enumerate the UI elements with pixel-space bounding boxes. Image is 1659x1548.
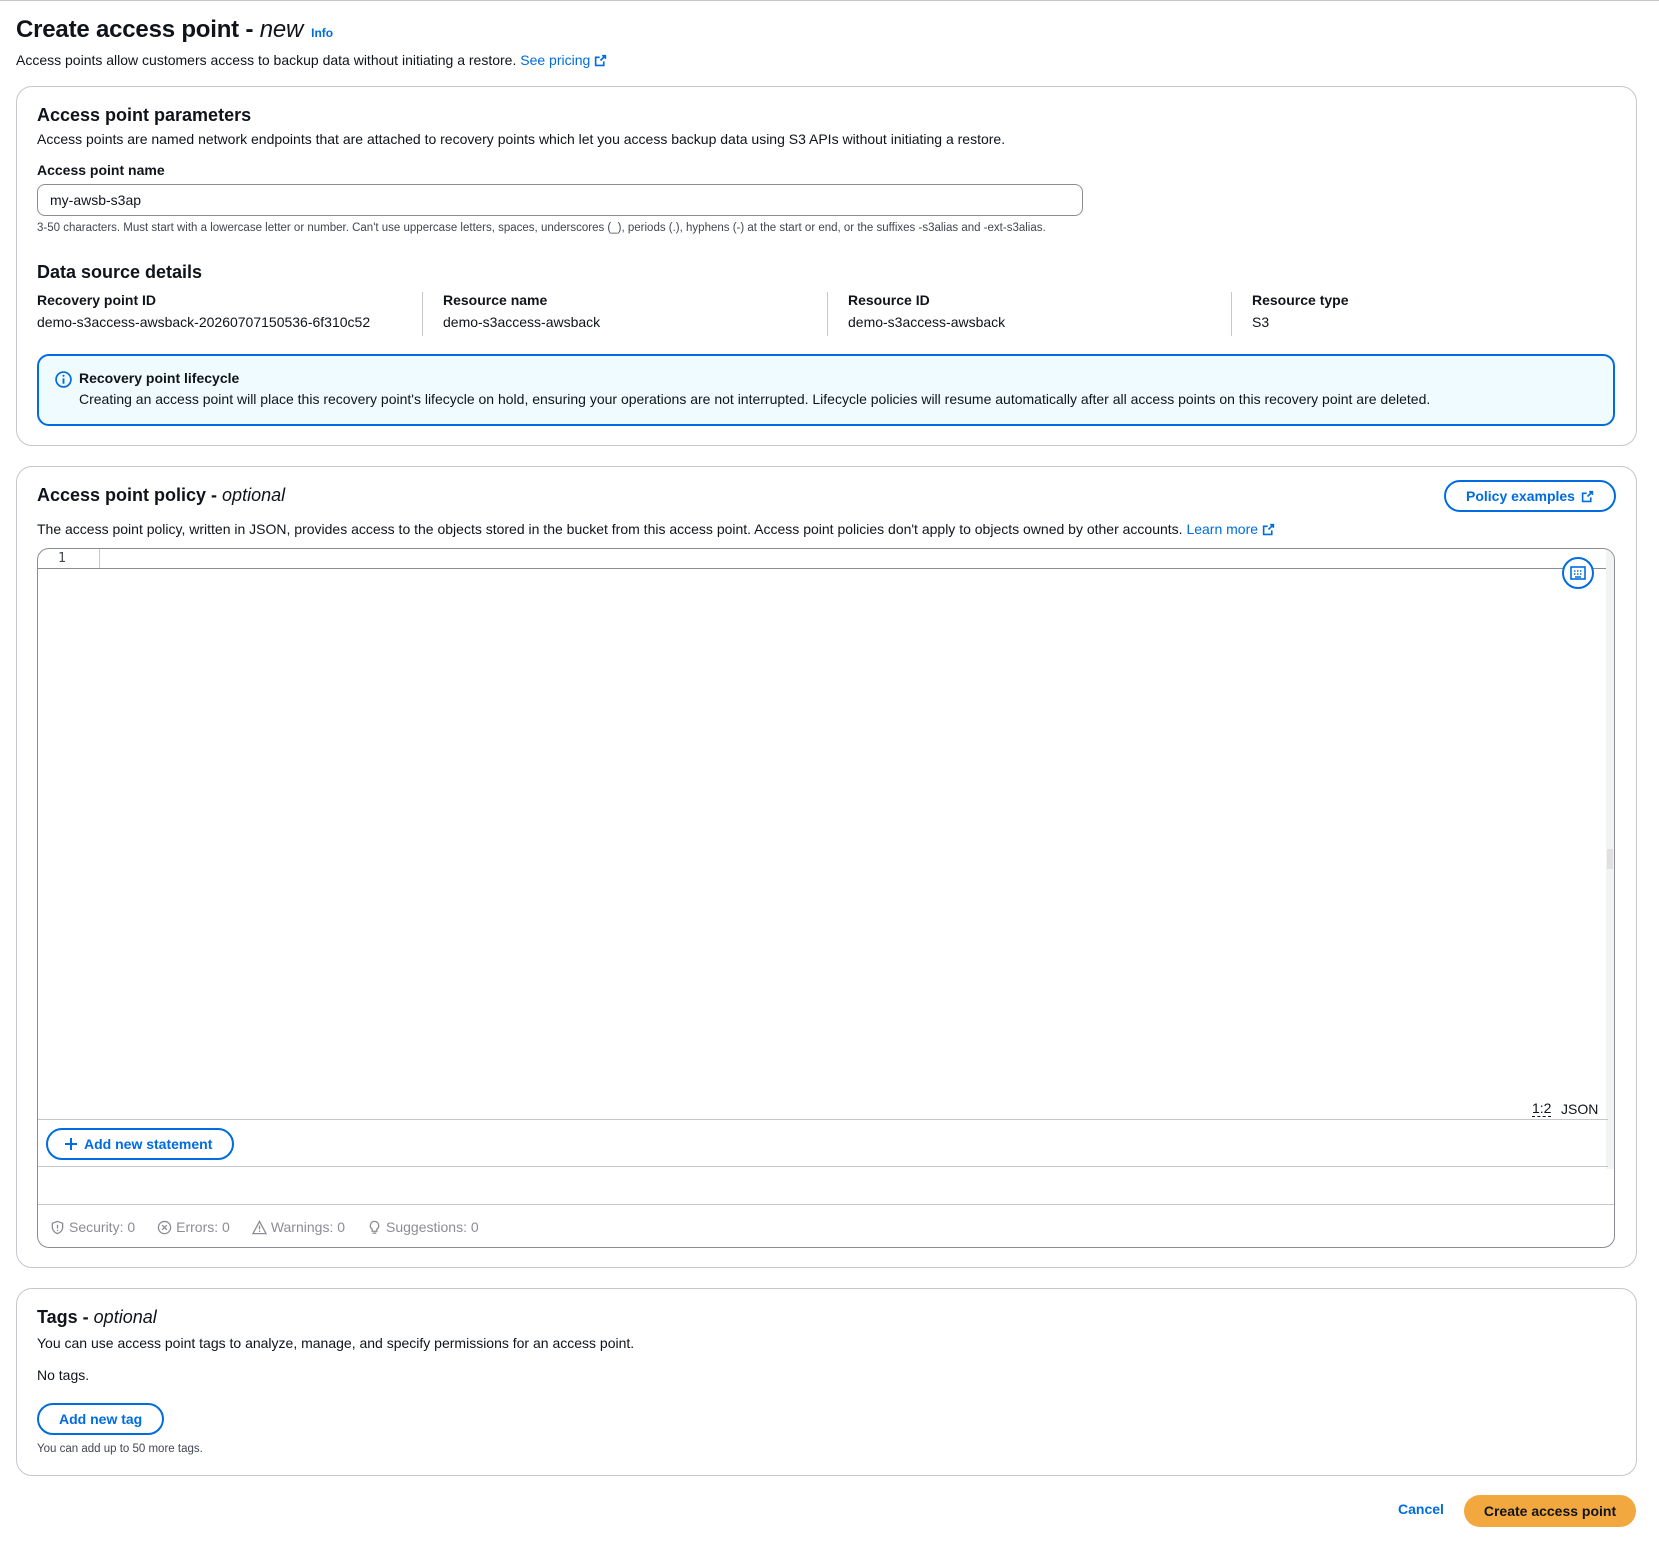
errors-status-label: Errors: 0 [176, 1219, 230, 1235]
resource-name-key: Resource name [443, 292, 548, 308]
resource-name-field: Resource name demo-s3access-awsback [423, 292, 803, 330]
lightbulb-icon [369, 1220, 380, 1234]
access-point-parameters-container: Access point parameters Access points ar… [16, 86, 1637, 446]
error-circle-icon [157, 1220, 172, 1234]
keyboard-icon [1570, 566, 1586, 580]
access-point-name-constraint: 3-50 characters. Must start with a lower… [37, 222, 1046, 234]
recovery-point-lifecycle-alert: Recovery point lifecycle Creating an acc… [37, 354, 1615, 426]
code-text-area[interactable] [100, 549, 1600, 1119]
line-gutter: 1 [38, 549, 100, 569]
add-new-tag-button[interactable]: Add new tag [37, 1403, 165, 1435]
page-title: Create access point - new [16, 16, 303, 44]
policy-examples-label: Policy examples [1466, 488, 1575, 504]
page-description-text: Access points allow customers access to … [16, 52, 517, 68]
no-tags-text: No tags. [37, 1367, 90, 1383]
external-link-icon [1262, 523, 1275, 536]
data-source-title: Data source details [37, 262, 203, 282]
parameters-title: Access point parameters [37, 105, 252, 125]
alert-body: Creating an access point will place this… [79, 391, 1431, 407]
policy-description-text: The access point policy, written in JSON… [37, 521, 1183, 537]
tags-title-text: Tags - [37, 1307, 94, 1327]
external-link-icon [595, 54, 607, 67]
recovery-point-id-field: Recovery point ID demo-s3access-awsback-… [37, 292, 417, 330]
parameters-description: Access points are named network endpoint… [37, 131, 1006, 147]
external-link-icon [1581, 490, 1594, 502]
editor-toolbar: Add new statement [38, 1119, 1608, 1167]
learn-more-link[interactable]: Learn more [1186, 521, 1275, 537]
access-point-name-input[interactable] [37, 184, 1083, 216]
tags-description: You can use access point tags to analyze… [37, 1335, 635, 1351]
suggestions-status-label: Suggestions: 0 [386, 1219, 479, 1235]
editor-panel-area [38, 1167, 1614, 1205]
policy-title-suffix: optional [222, 485, 286, 505]
tags-title-suffix: optional [93, 1307, 157, 1327]
page-header: Create access point - new Info Access po… [16, 16, 1636, 68]
errors-status[interactable]: Errors: 0 [157, 1219, 230, 1235]
warning-triangle-icon [251, 1219, 267, 1234]
create-access-point-button[interactable]: Create access point [1464, 1495, 1636, 1527]
cursor-position[interactable]: 1:2 [1532, 1101, 1552, 1117]
resource-type-field: Resource type S3 [1232, 292, 1612, 330]
resource-id-value: demo-s3access-awsback [848, 314, 1006, 330]
security-status-label: Security: 0 [69, 1219, 136, 1235]
warnings-status-label: Warnings: 0 [270, 1219, 346, 1235]
shield-icon [51, 1220, 64, 1234]
alert-title: Recovery point lifecycle [79, 370, 240, 386]
editor-status-bar: Security: 0 Errors: 0 Warnings: 0 Sugges… [50, 1219, 479, 1235]
warnings-status[interactable]: Warnings: 0 [251, 1219, 346, 1235]
resource-id-field: Resource ID demo-s3access-awsback [828, 292, 1208, 330]
editor-language: JSON [1561, 1101, 1599, 1117]
suggestions-status[interactable]: Suggestions: 0 [367, 1219, 479, 1235]
plus-icon [65, 1138, 77, 1150]
resource-type-key: Resource type [1252, 292, 1349, 308]
add-new-statement-label: Add new statement [84, 1136, 213, 1152]
top-divider [0, 0, 1659, 3]
resource-name-value: demo-s3access-awsback [443, 314, 601, 330]
policy-json-editor: 1 1:2 JSON Add new statement Security: 0… [37, 548, 1615, 1248]
page-title-suffix: new [259, 16, 304, 43]
access-point-name-label: Access point name [37, 162, 165, 178]
line-number: 1 [58, 551, 66, 566]
policy-examples-button[interactable]: Policy examples [1444, 480, 1616, 512]
page-description: Access points allow customers access to … [16, 52, 1636, 68]
page-title-text: Create access point - [16, 16, 260, 43]
policy-description: The access point policy, written in JSON… [37, 521, 1275, 537]
editor-scrollbar-thumb[interactable] [1607, 849, 1613, 869]
policy-title-text: Access point policy - [37, 485, 223, 505]
recovery-point-id-value: demo-s3access-awsback-20260707150536-6f3… [37, 314, 371, 330]
cancel-button[interactable]: Cancel [1398, 1501, 1444, 1517]
see-pricing-link[interactable]: See pricing [520, 52, 607, 68]
access-point-policy-container: Access point policy - optional Policy ex… [16, 466, 1637, 1268]
tags-title: Tags - optional [37, 1307, 157, 1328]
tags-container: Tags - optional You can use access point… [16, 1288, 1637, 1476]
editor-preferences-button[interactable] [1562, 557, 1594, 589]
recovery-point-id-key: Recovery point ID [37, 292, 157, 308]
see-pricing-label: See pricing [520, 52, 591, 68]
learn-more-label: Learn more [1186, 521, 1259, 537]
add-new-statement-button[interactable]: Add new statement [46, 1128, 235, 1160]
info-link[interactable]: Info [311, 26, 333, 40]
info-circle-icon [55, 371, 72, 388]
resource-id-key: Resource ID [848, 292, 930, 308]
security-status[interactable]: Security: 0 [50, 1219, 135, 1235]
resource-type-value: S3 [1252, 314, 1270, 330]
tags-limit-text: You can add up to 50 more tags. [37, 1443, 203, 1455]
policy-title: Access point policy - optional [37, 485, 285, 506]
